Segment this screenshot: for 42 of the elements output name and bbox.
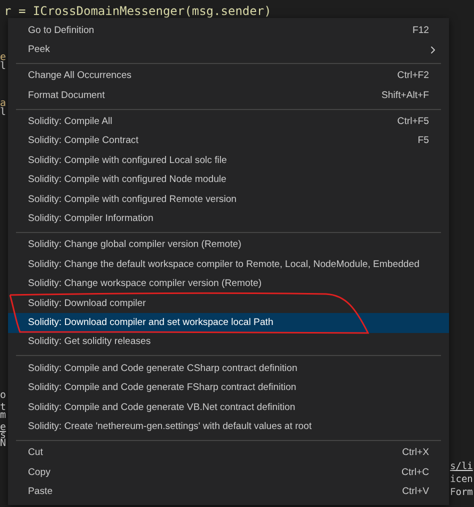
code-line: r = ICrossDomainMessenger(msg.sender): [3, 3, 272, 18]
menu-item[interactable]: Format Document Shift+Alt+F: [8, 86, 449, 106]
code-fragment: e: [0, 422, 8, 433]
menu-item[interactable]: Copy Ctrl+C: [8, 463, 449, 483]
menu-item[interactable]: Solidity: Compile Contract F5: [8, 132, 449, 152]
menu-item[interactable]: Solidity: Compile and Code generate CSharp contract definition: [8, 359, 449, 379]
shortcut-text: Ctrl+V: [402, 485, 429, 500]
menu-item[interactable]: Paste Ctrl+V: [8, 482, 449, 502]
menu-item[interactable]: Solidity: Compile All Ctrl+F5: [8, 112, 449, 132]
menu-item[interactable]: Solidity: Compile with configured Remote version: [8, 190, 449, 210]
menu-item[interactable]: Go to Definition F12: [8, 21, 449, 40]
shortcut-text: Ctrl+F2: [397, 69, 429, 84]
code-fragment: l: [0, 107, 8, 119]
menu-item[interactable]: Solidity: Download compiler and set workspace local Path: [8, 313, 449, 333]
menu-item[interactable]: Solidity: Change global compiler version (Remote): [8, 236, 449, 256]
menu-item[interactable]: Solidity: Get solidity releases: [8, 332, 449, 352]
menu-item[interactable]: Solidity: Compile and Code generate VB.Net contract definition: [8, 398, 449, 418]
menu-item[interactable]: Solidity: Change the default workspace compiler to Remote, Local, NodeModule, Embedded: [8, 255, 449, 275]
code-fragment: icen: [450, 473, 474, 486]
shortcut-text: Ctrl+X: [402, 446, 429, 460]
code-fragment: Form: [450, 486, 474, 499]
menu-item[interactable]: Cut Ctrl+X: [8, 444, 449, 464]
code-fragment: s/li: [450, 460, 474, 473]
code-fragment: l: [0, 61, 8, 73]
code-fragment: m: [0, 410, 8, 422]
menu-item[interactable]: Change All Occurrences Ctrl+F2: [8, 66, 449, 86]
menu-item[interactable]: Solidity: Change workspace compiler version (Remote): [8, 274, 449, 294]
menu-item[interactable]: Peek: [8, 40, 449, 60]
shortcut-text: Ctrl+F5: [397, 115, 429, 130]
shortcut-text: F12: [412, 24, 429, 38]
menu-item[interactable]: Solidity: Compile with configured Local solc file: [8, 151, 449, 171]
code-fragment: N: [0, 438, 8, 450]
code-fragment: o: [0, 390, 8, 402]
menu-item[interactable]: Solidity: Compile and Code generate FSharp contract definition: [8, 378, 449, 398]
menu-item[interactable]: Solidity: Compiler Information: [8, 210, 449, 229]
shortcut-text: Ctrl+C: [402, 466, 429, 480]
menu-item[interactable]: Solidity: Create 'nethereum-gen.settings' with default values at root: [8, 417, 449, 437]
menu-item[interactable]: Solidity: Download compiler: [8, 294, 449, 314]
code-fragment: t: [0, 402, 8, 413]
shortcut-text: Shift+Alt+F: [382, 88, 429, 103]
shortcut-text: F5: [418, 134, 429, 148]
menu-item[interactable]: Solidity: Compile with configured Node module: [8, 170, 449, 190]
